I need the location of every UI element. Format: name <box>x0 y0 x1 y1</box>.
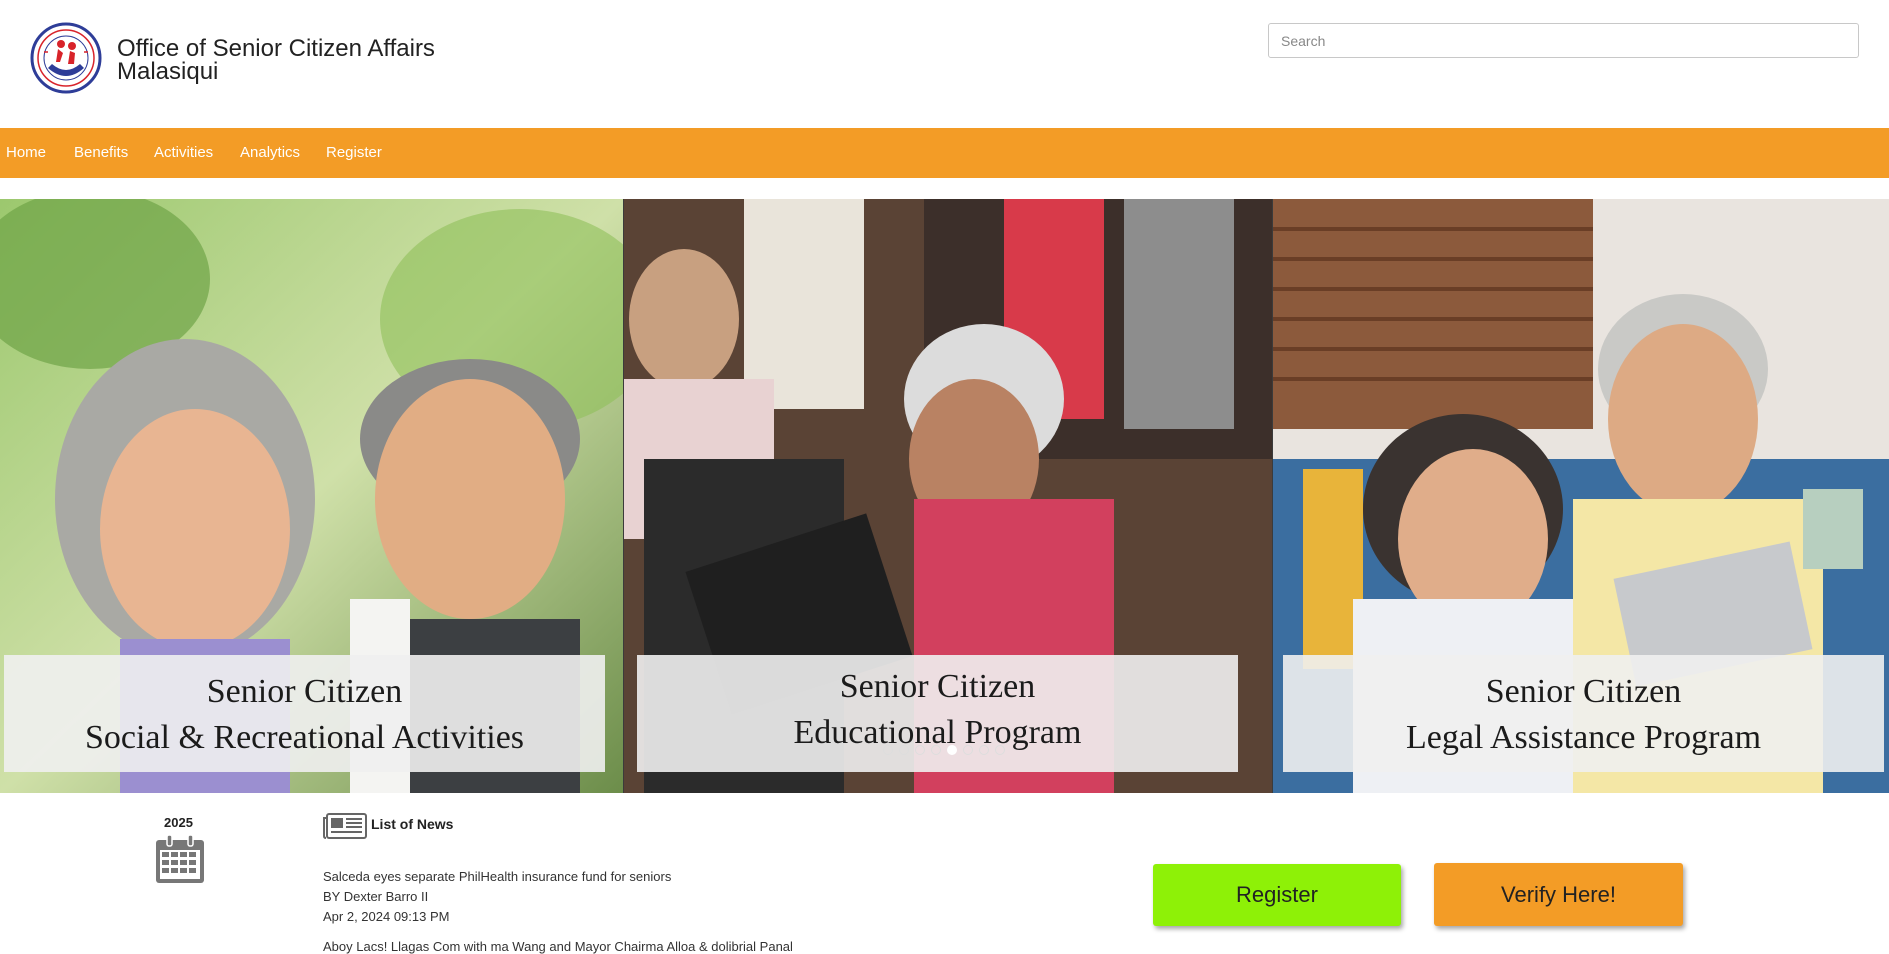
hero-carousel[interactable]: Senior Citizen Social & Recreational Act… <box>0 199 1889 793</box>
nav-item-benefits[interactable]: Benefits <box>74 128 128 178</box>
caption-line1: Senior Citizen <box>839 668 1036 705</box>
nav-item-home[interactable]: Home <box>6 128 46 178</box>
slide-caption: Senior Citizen Social & Recreational Act… <box>4 655 605 772</box>
carousel-dot[interactable] <box>963 745 973 755</box>
carousel-dot[interactable] <box>931 745 941 755</box>
news-date: Apr 2, 2024 09:13 PM <box>323 909 450 924</box>
news-section-title: List of News <box>371 816 454 832</box>
carousel-dot[interactable] <box>979 745 989 755</box>
carousel-dot[interactable] <box>883 745 893 755</box>
site-title: Office of Senior Citizen Affairs Malasiq… <box>117 37 435 85</box>
site-header: Office of Senior Citizen Affairs Malasiq… <box>0 0 1889 128</box>
carousel-slide-educational: Senior Citizen Educational Program <box>624 199 1272 793</box>
calendar-year: 2025 <box>164 815 193 830</box>
nav-item-activities[interactable]: Activities <box>154 128 213 178</box>
search-input[interactable] <box>1268 23 1859 58</box>
nav-item-analytics[interactable]: Analytics <box>240 128 300 178</box>
osca-logo-icon[interactable] <box>30 22 102 94</box>
carousel-slide-legal: Senior Citizen Legal Assistance Program <box>1273 199 1889 793</box>
calendar-icon[interactable] <box>154 833 206 885</box>
caption-line1: Senior Citizen <box>1485 673 1682 710</box>
newspaper-icon <box>323 813 367 839</box>
carousel-dot[interactable] <box>899 745 909 755</box>
town-name: Malasiqui <box>117 58 219 85</box>
news-author: BY Dexter Barro II <box>323 889 429 904</box>
verify-button[interactable]: Verify Here! <box>1434 863 1683 926</box>
carousel-slide-social: Senior Citizen Social & Recreational Act… <box>0 199 623 793</box>
slide-caption: Senior Citizen Legal Assistance Program <box>1283 655 1884 772</box>
nav-item-register[interactable]: Register <box>326 128 382 178</box>
caption-line1: Senior Citizen <box>206 673 403 710</box>
carousel-dot-active[interactable] <box>947 745 957 755</box>
register-button[interactable]: Register <box>1153 864 1401 926</box>
news-headline[interactable]: Aboy Lacs! Llagas Com with ma Wang and M… <box>323 939 793 954</box>
caption-line2: Legal Assistance Program <box>1405 719 1762 756</box>
caption-line2: Social & Recreational Activities <box>84 719 525 756</box>
main-navbar: Home Benefits Activities Analytics Regis… <box>0 128 1889 178</box>
carousel-dot[interactable] <box>915 745 925 755</box>
carousel-dot[interactable] <box>995 745 1005 755</box>
content-section: 2025 List of News Salceda eyes separate … <box>0 793 1889 954</box>
news-headline[interactable]: Salceda eyes separate PhilHealth insuran… <box>323 869 671 884</box>
